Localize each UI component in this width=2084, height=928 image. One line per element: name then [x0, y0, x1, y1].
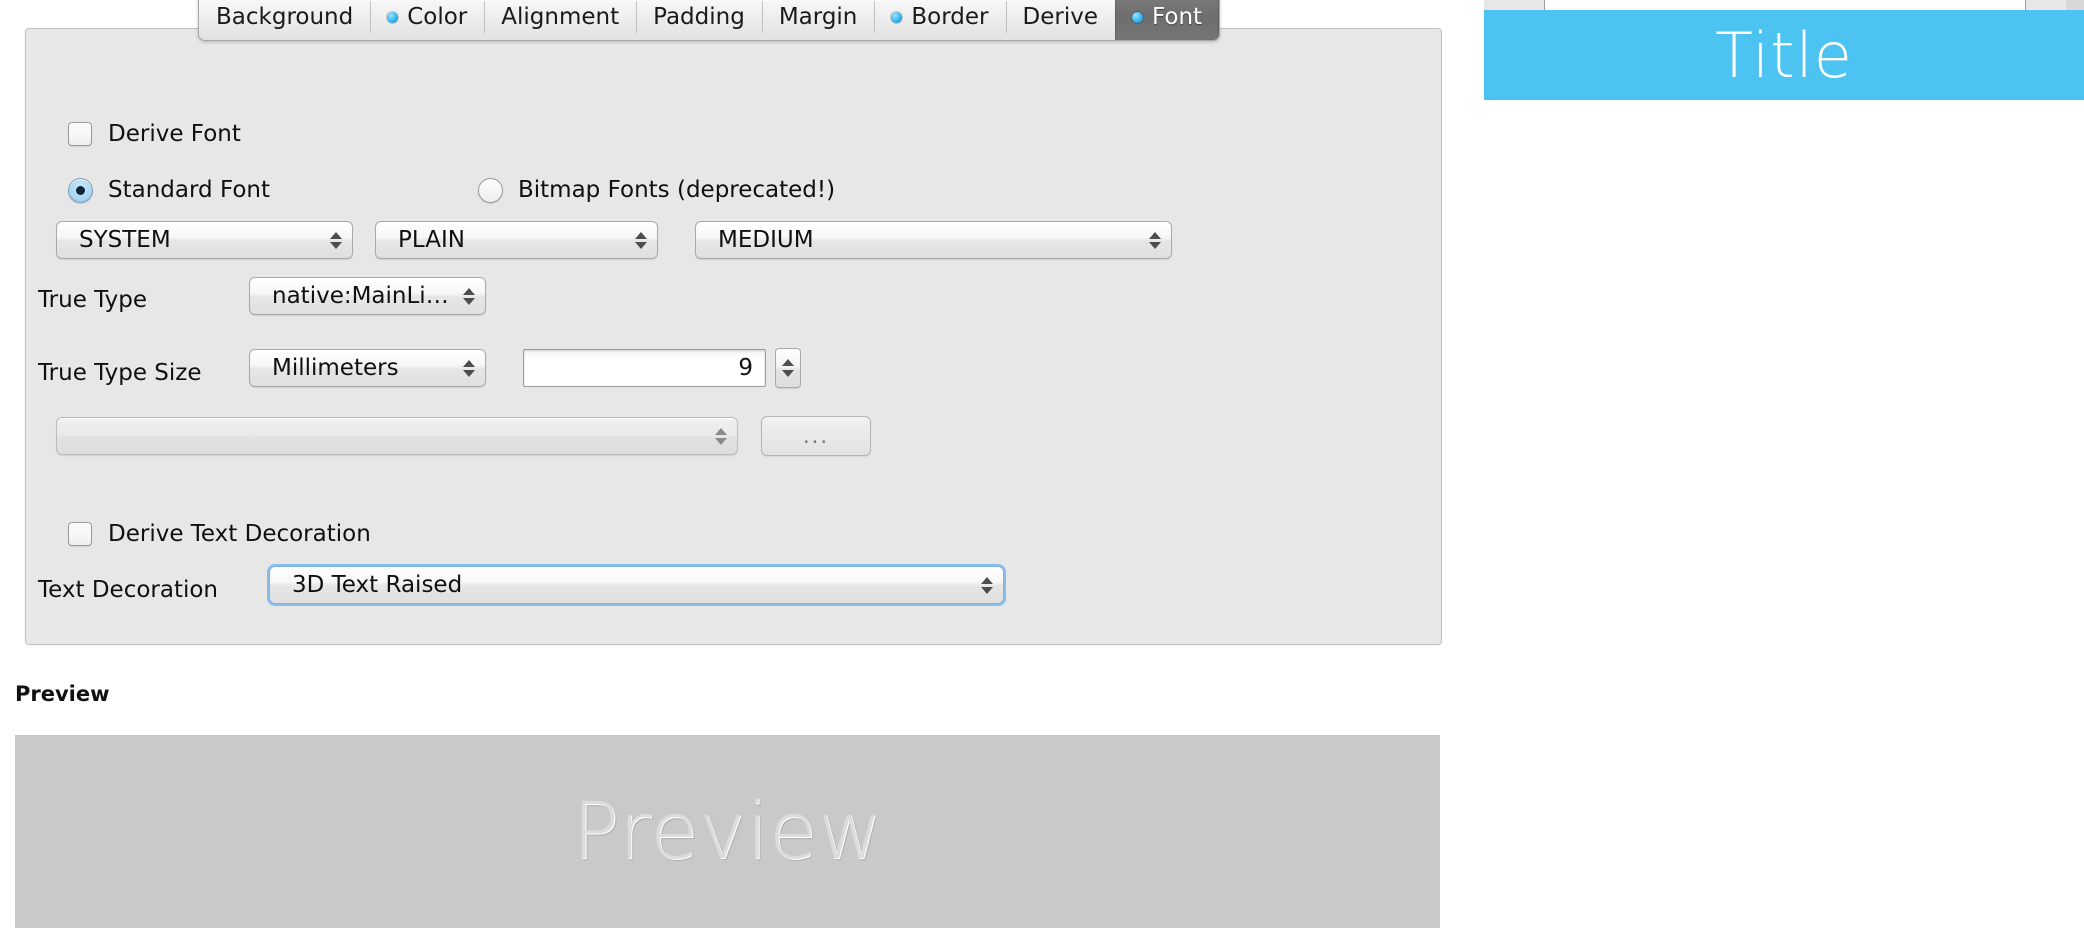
tab-color-label: Color: [407, 4, 468, 30]
spinner-up-icon[interactable]: [782, 359, 794, 366]
font-settings-panel: Derive Font Standard Font Bitmap Fonts (…: [25, 28, 1442, 645]
modified-indicator-dot-icon: [891, 11, 903, 23]
font-style-combo[interactable]: PLAIN: [375, 221, 658, 259]
app-root: Background Color Alignment Padding Margi…: [0, 0, 2084, 928]
true-type-label: True Type: [38, 287, 147, 313]
bitmap-fonts-radio[interactable]: [478, 177, 503, 203]
text-decoration-combo[interactable]: 3D Text Raised: [269, 566, 1004, 604]
tab-border-label: Border: [911, 4, 989, 30]
modified-indicator-dot-icon: [387, 11, 399, 23]
derive-font-label: Derive Font: [108, 121, 241, 147]
font-style-stepper[interactable]: [631, 222, 657, 258]
tab-color[interactable]: Color: [370, 0, 484, 40]
spinner-down-icon[interactable]: [782, 370, 794, 377]
true-type-size-unit-combo[interactable]: Millimeters: [249, 349, 486, 387]
chevron-up-icon: [330, 231, 342, 239]
chevron-up-icon: [715, 427, 727, 435]
standard-font-radio[interactable]: [68, 177, 93, 203]
font-size-value: MEDIUM: [718, 227, 814, 253]
tab-font-label: Font: [1151, 4, 1203, 30]
font-family-combo[interactable]: SYSTEM: [56, 221, 353, 259]
text-decoration-stepper[interactable]: [977, 567, 1003, 603]
chevron-down-icon: [330, 241, 342, 249]
modified-indicator-dot-icon: [1131, 11, 1143, 23]
chevron-down-icon: [463, 369, 475, 377]
bitmap-fonts-label: Bitmap Fonts (deprecated!): [518, 177, 836, 203]
tab-padding-label: Padding: [653, 4, 745, 30]
chevron-up-icon: [1149, 231, 1161, 239]
chevron-up-icon: [981, 576, 993, 584]
derive-font-checkbox[interactable]: [68, 122, 92, 146]
derive-text-decoration-checkbox[interactable]: [68, 522, 92, 546]
true-type-size-unit-stepper[interactable]: [459, 350, 485, 386]
tab-padding[interactable]: Padding: [636, 0, 762, 40]
chevron-down-icon: [463, 297, 475, 305]
font-preview-box: Preview: [15, 735, 1440, 928]
font-style-value: PLAIN: [398, 227, 465, 253]
device-title-text: Title: [1715, 18, 1853, 92]
style-property-tabbar: Background Color Alignment Padding Margi…: [198, 0, 1221, 41]
tab-font[interactable]: Font: [1114, 0, 1220, 40]
tab-derive-label: Derive: [1022, 4, 1098, 30]
font-file-combo[interactable]: [56, 417, 738, 455]
chevron-down-icon: [981, 586, 993, 594]
derive-font-row[interactable]: Derive Font: [68, 121, 241, 147]
bitmap-fonts-radio-row[interactable]: Bitmap Fonts (deprecated!): [478, 177, 835, 203]
font-file-stepper[interactable]: [711, 418, 737, 454]
style-editor-panel: Background Color Alignment Padding Margi…: [0, 0, 1484, 928]
true-type-size-value: 9: [738, 355, 753, 381]
tab-alignment-label: Alignment: [501, 4, 620, 30]
tab-margin-label: Margin: [778, 4, 858, 30]
true-type-size-label: True Type Size: [38, 360, 202, 386]
tab-border[interactable]: Border: [874, 0, 1005, 40]
device-scrollbar-gutter[interactable]: [2066, 0, 2084, 10]
text-decoration-label: Text Decoration: [38, 577, 219, 603]
font-file-browse-label: ...: [802, 424, 830, 448]
tab-derive[interactable]: Derive: [1005, 0, 1115, 40]
true-type-size-unit-value: Millimeters: [272, 355, 399, 381]
standard-font-label: Standard Font: [108, 177, 271, 203]
derive-text-decoration-row[interactable]: Derive Text Decoration: [68, 521, 371, 547]
true-type-value: native:MainLight: [272, 283, 459, 309]
chevron-up-icon: [635, 231, 647, 239]
preview-section-label: Preview: [15, 682, 110, 706]
font-size-combo[interactable]: MEDIUM: [695, 221, 1172, 259]
true-type-size-input[interactable]: 9: [523, 349, 766, 387]
chevron-down-icon: [635, 241, 647, 249]
true-type-stepper[interactable]: [459, 278, 485, 314]
device-preview-panel: Title: [1484, 0, 2084, 928]
true-type-size-spinner[interactable]: [775, 348, 801, 388]
tab-background[interactable]: Background: [199, 0, 370, 40]
font-file-browse-button[interactable]: ...: [761, 416, 871, 456]
tab-margin[interactable]: Margin: [761, 0, 875, 40]
tab-alignment[interactable]: Alignment: [484, 0, 636, 40]
text-decoration-value: 3D Text Raised: [292, 572, 463, 598]
chevron-up-icon: [463, 359, 475, 367]
device-content-area: [1484, 100, 2084, 928]
chevron-down-icon: [715, 437, 727, 445]
standard-font-radio-row[interactable]: Standard Font: [68, 177, 270, 203]
chevron-down-icon: [1149, 241, 1161, 249]
font-preview-sample-text: Preview: [572, 786, 883, 877]
font-family-stepper[interactable]: [326, 222, 352, 258]
true-type-combo[interactable]: native:MainLight: [249, 277, 486, 315]
device-titlebar: Title: [1484, 10, 2084, 100]
font-size-stepper[interactable]: [1145, 222, 1171, 258]
tab-background-label: Background: [216, 4, 354, 30]
derive-text-decoration-label: Derive Text Decoration: [108, 521, 371, 547]
chevron-up-icon: [463, 287, 475, 295]
font-family-value: SYSTEM: [79, 227, 171, 253]
